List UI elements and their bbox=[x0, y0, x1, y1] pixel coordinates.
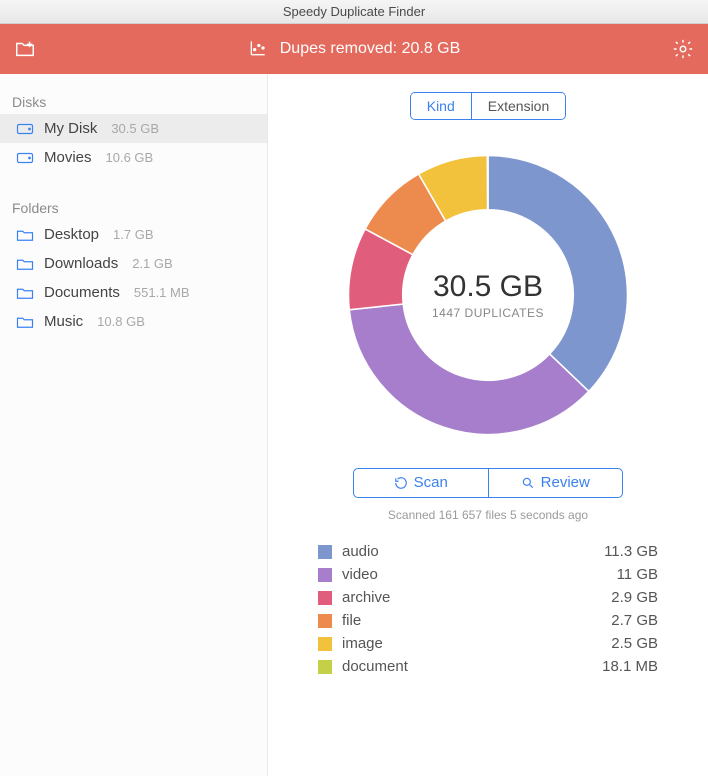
view-segmented: Kind Extension bbox=[410, 92, 567, 120]
legend-size: 18.1 MB bbox=[602, 658, 658, 675]
sidebar-folder-item[interactable]: Desktop 1.7 GB bbox=[0, 220, 267, 249]
disks-header: Disks bbox=[0, 84, 267, 114]
legend: audio11.3 GBvideo11 GBarchive2.9 GBfile2… bbox=[318, 540, 658, 678]
window-title: Speedy Duplicate Finder bbox=[283, 4, 425, 19]
tab-extension[interactable]: Extension bbox=[472, 93, 565, 119]
scan-label: Scan bbox=[414, 469, 448, 497]
donut-center: 30.5 GB 1447 DUPLICATES bbox=[333, 140, 643, 450]
folder-name: Documents bbox=[44, 284, 120, 301]
legend-size: 2.5 GB bbox=[611, 635, 658, 652]
legend-name: archive bbox=[342, 589, 611, 606]
chart-icon bbox=[248, 38, 270, 60]
main-panel: Kind Extension 30.5 GB 1447 DUPLICATES S… bbox=[268, 74, 708, 776]
disk-name: Movies bbox=[44, 149, 92, 166]
gear-icon[interactable] bbox=[672, 38, 694, 60]
folder-name: Music bbox=[44, 313, 83, 330]
legend-swatch bbox=[318, 591, 332, 605]
legend-size: 11.3 GB bbox=[604, 543, 658, 560]
disk-size: 10.6 GB bbox=[106, 150, 154, 165]
sidebar-folder-item[interactable]: Music 10.8 GB bbox=[0, 307, 267, 336]
legend-row: document18.1 MB bbox=[318, 655, 658, 678]
sidebar-folder-item[interactable]: Downloads 2.1 GB bbox=[0, 249, 267, 278]
disk-name: My Disk bbox=[44, 120, 97, 137]
legend-size: 11 GB bbox=[617, 566, 658, 583]
legend-size: 2.7 GB bbox=[611, 612, 658, 629]
legend-name: audio bbox=[342, 543, 604, 560]
add-folder-icon[interactable] bbox=[14, 38, 36, 60]
folder-size: 1.7 GB bbox=[113, 227, 153, 242]
window-titlebar: Speedy Duplicate Finder bbox=[0, 0, 708, 24]
duplicates-count: 1447 DUPLICATES bbox=[432, 306, 544, 320]
legend-name: image bbox=[342, 635, 611, 652]
sidebar-disk-item[interactable]: My Disk 30.5 GB bbox=[0, 114, 267, 143]
sidebar-folder-item[interactable]: Documents 551.1 MB bbox=[0, 278, 267, 307]
toolbar: Dupes removed: 20.8 GB bbox=[0, 24, 708, 74]
donut-chart: 30.5 GB 1447 DUPLICATES bbox=[333, 140, 643, 450]
legend-size: 2.9 GB bbox=[611, 589, 658, 606]
tab-kind[interactable]: Kind bbox=[411, 93, 472, 119]
legend-name: file bbox=[342, 612, 611, 629]
folder-name: Downloads bbox=[44, 255, 118, 272]
scan-button[interactable]: Scan bbox=[354, 469, 489, 497]
legend-row: image2.5 GB bbox=[318, 632, 658, 655]
legend-row: file2.7 GB bbox=[318, 609, 658, 632]
disk-size: 30.5 GB bbox=[111, 121, 159, 136]
folder-size: 10.8 GB bbox=[97, 314, 145, 329]
review-label: Review bbox=[541, 469, 590, 497]
legend-swatch bbox=[318, 568, 332, 582]
folder-size: 551.1 MB bbox=[134, 285, 190, 300]
total-size: 30.5 GB bbox=[433, 270, 543, 304]
folder-name: Desktop bbox=[44, 226, 99, 243]
legend-row: audio11.3 GB bbox=[318, 540, 658, 563]
action-buttons: Scan Review bbox=[353, 468, 623, 498]
toolbar-status: Dupes removed: 20.8 GB bbox=[280, 40, 461, 58]
folders-header: Folders bbox=[0, 190, 267, 220]
sidebar-disk-item[interactable]: Movies 10.6 GB bbox=[0, 143, 267, 172]
scan-status: Scanned 161 657 files 5 seconds ago bbox=[388, 508, 588, 522]
legend-swatch bbox=[318, 545, 332, 559]
legend-row: video11 GB bbox=[318, 563, 658, 586]
review-button[interactable]: Review bbox=[489, 469, 623, 497]
legend-swatch bbox=[318, 637, 332, 651]
legend-name: document bbox=[342, 658, 602, 675]
legend-swatch bbox=[318, 614, 332, 628]
legend-row: archive2.9 GB bbox=[318, 586, 658, 609]
folder-size: 2.1 GB bbox=[132, 256, 172, 271]
sidebar: Disks My Disk 30.5 GB Movies 10.6 GB Folder… bbox=[0, 74, 268, 776]
legend-swatch bbox=[318, 660, 332, 674]
legend-name: video bbox=[342, 566, 617, 583]
